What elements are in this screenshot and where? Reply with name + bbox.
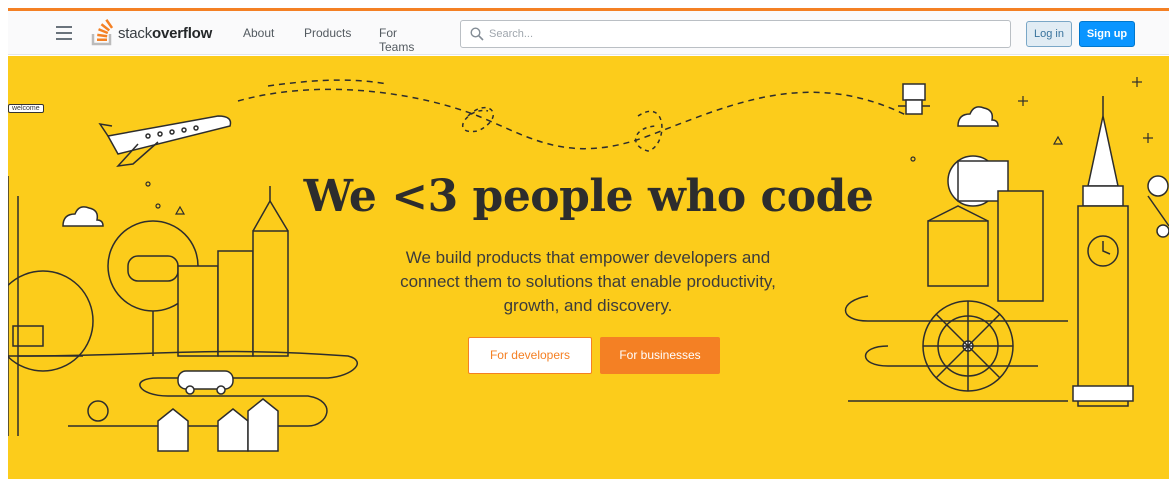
search-input[interactable] [489, 24, 989, 44]
site-logo[interactable]: stack overflow [90, 19, 212, 47]
hero-banner: welcome We <3 people who code We build p… [8, 56, 1169, 479]
nav-about[interactable]: About [243, 26, 274, 40]
logo-text-stack: stack [118, 24, 153, 42]
login-button[interactable]: Log in [1026, 21, 1072, 47]
big-ben-icon [1072, 96, 1134, 407]
search-icon [470, 27, 484, 41]
search-box[interactable] [460, 20, 1011, 48]
hero-headline: We <3 people who code [303, 171, 874, 222]
logo-text-overflow: overflow [152, 24, 213, 42]
nav-for-teams[interactable]: For Teams [379, 26, 414, 54]
welcome-tag: welcome [8, 104, 44, 113]
hero-subtitle: We build products that empower developer… [400, 248, 776, 315]
robot-icon [898, 83, 930, 115]
for-businesses-button[interactable]: For businesses [600, 337, 720, 374]
airplane-icon [98, 115, 232, 168]
stackoverflow-logo-icon [91, 19, 114, 46]
hamburger-icon[interactable] [56, 26, 72, 40]
top-bar: stackoverflow About Products For Teams L… [8, 11, 1169, 55]
nav-products[interactable]: Products [304, 26, 351, 40]
signup-button[interactable]: Sign up [1079, 21, 1135, 47]
for-developers-button[interactable]: For developers [468, 337, 592, 374]
top-accent-bar [0, 0, 1169, 11]
